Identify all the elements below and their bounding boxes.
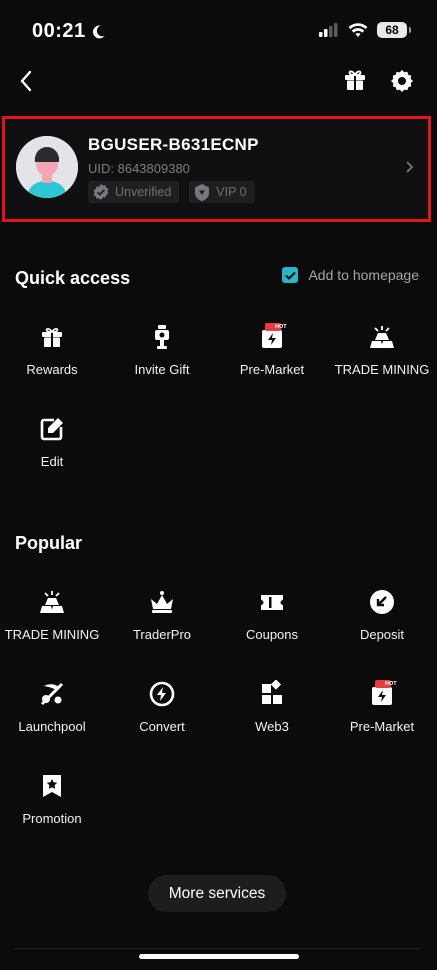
quick-item-label: TRADE MINING (334, 362, 430, 377)
deposit-icon (370, 590, 394, 614)
popular-item-promotion[interactable]: Promotion (0, 772, 107, 842)
chevron-left-icon (20, 70, 32, 92)
vip-badge-label: VIP 0 (216, 185, 247, 199)
quick-item-edit[interactable]: Edit (0, 415, 107, 485)
quick-access-title: Quick access (15, 268, 131, 288)
popular-item-label: Coupons (245, 627, 299, 642)
home-indicator[interactable] (139, 954, 299, 959)
popular-item-pre-market[interactable]: HOT Pre-Market (327, 680, 437, 750)
gift-icon (345, 70, 365, 90)
quick-item-trade-mining[interactable]: TRADE MINING (327, 323, 437, 393)
profile-card[interactable]: BGUSER-B631ECNP UID: 8643809380 Unverifi… (2, 116, 431, 222)
badge-row: Unverified VIP 0 (88, 181, 255, 203)
add-to-homepage-toggle[interactable]: Add to homepage (282, 267, 419, 283)
username: BGUSER-B631ECNP (88, 135, 259, 154)
popular-item-label: Promotion (22, 811, 82, 826)
popular-item-label: Launchpool (18, 719, 86, 734)
coupon-icon (261, 595, 283, 610)
chevron-right-icon (406, 161, 414, 173)
popular-title: Popular (15, 533, 83, 553)
hot-tag: HOT (385, 681, 397, 687)
popular-item-convert[interactable]: Convert (107, 680, 217, 750)
quick-item-label: Rewards (26, 362, 78, 377)
vip-badge[interactable]: VIP 0 (189, 181, 255, 203)
verification-badge-label: Unverified (115, 185, 172, 199)
verify-shield-icon (93, 184, 109, 200)
vip-shield-icon (195, 183, 210, 201)
status-bar: 00:21 68 (0, 0, 437, 62)
edit-icon (40, 418, 63, 441)
uid-text[interactable]: UID: 8643809380 (88, 161, 190, 176)
status-time-text: 00:21 (32, 20, 86, 42)
quick-item-invite-gift[interactable]: Invite Gift (107, 323, 217, 393)
trade-mining-icon (40, 591, 64, 613)
checkmark-icon (285, 271, 296, 280)
battery-level: 68 (385, 23, 399, 37)
nav-bar (0, 62, 437, 102)
back-button[interactable] (12, 66, 40, 96)
add-to-homepage-checkbox[interactable] (282, 267, 299, 283)
gear-icon (391, 70, 413, 92)
avatar[interactable] (16, 136, 78, 198)
gift-icon (42, 327, 62, 347)
popular-item-web3[interactable]: Web3 (217, 680, 327, 750)
popular-item-label: TraderPro (132, 627, 192, 642)
wifi-icon (348, 22, 368, 37)
settings-button[interactable] (389, 68, 415, 99)
popular-item-traderpro[interactable]: TraderPro (107, 588, 217, 658)
status-time: 00:21 (32, 20, 106, 43)
status-indicators: 68 (319, 22, 411, 38)
add-to-homepage-label: Add to homepage (308, 267, 419, 283)
popular-item-launchpool[interactable]: Launchpool (0, 680, 107, 750)
gift-button[interactable] (343, 68, 367, 97)
crown-icon (151, 591, 173, 613)
popular-item-label: Pre-Market (349, 719, 415, 734)
battery-indicator: 68 (377, 22, 411, 38)
quick-item-pre-market[interactable]: HOT Pre-Market (217, 323, 327, 393)
popular-item-coupons[interactable]: Coupons (217, 588, 327, 658)
quick-item-label: Edit (40, 454, 64, 469)
avatar-illustration-icon (16, 136, 78, 198)
popular-item-label: Deposit (359, 627, 405, 642)
bottom-divider (15, 948, 420, 949)
quick-item-label: Pre-Market (239, 362, 305, 377)
popular-item-label: TRADE MINING (4, 627, 100, 642)
popular-item-deposit[interactable]: Deposit (327, 588, 437, 658)
verification-badge[interactable]: Unverified (88, 181, 180, 203)
quick-item-rewards[interactable]: Rewards (0, 323, 107, 393)
promotion-icon (43, 775, 61, 797)
trade-mining-icon (370, 326, 394, 348)
launchpool-icon (40, 682, 64, 706)
popular-item-label: Convert (139, 719, 185, 734)
quick-item-label: Invite Gift (134, 362, 190, 377)
web3-icon (262, 680, 282, 704)
cellular-signal-icon (319, 23, 338, 37)
convert-icon (149, 681, 175, 707)
popular-item-label: Web3 (255, 719, 289, 734)
popular-item-trade-mining[interactable]: TRADE MINING (0, 588, 107, 658)
invite-gift-icon (155, 325, 169, 349)
hot-tag: HOT (275, 324, 287, 330)
more-services-button[interactable]: More services (148, 875, 286, 912)
moon-icon (92, 24, 105, 38)
